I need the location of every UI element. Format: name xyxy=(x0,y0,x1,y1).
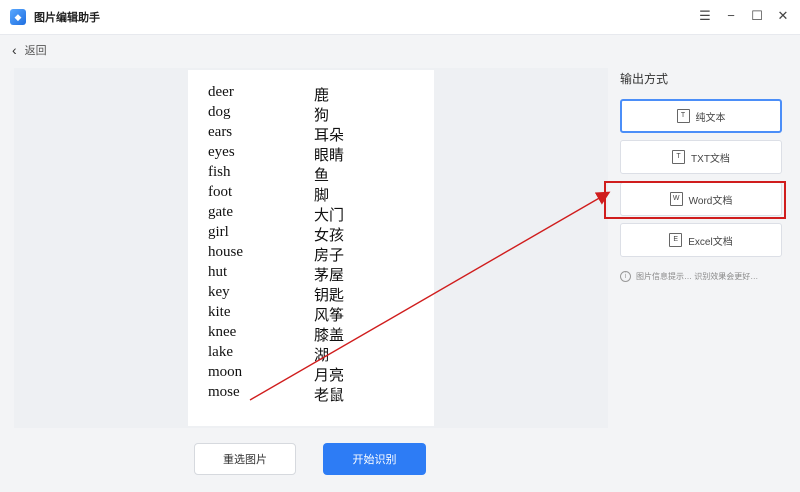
word-english: kite xyxy=(208,304,231,320)
word-english: deer xyxy=(208,84,234,100)
chevron-left-icon: ‹ xyxy=(12,42,17,58)
option-label: Word文档 xyxy=(688,195,733,207)
word-row: kite 风筝 xyxy=(208,304,428,324)
word-chinese: 风筝 xyxy=(314,306,345,324)
word-row: hut 茅屋 xyxy=(208,264,428,284)
output-option-excel[interactable]: E Excel文档 xyxy=(620,223,782,257)
word-english: girl xyxy=(208,224,229,240)
info-icon: i xyxy=(620,271,631,282)
word-chinese: 鱼 xyxy=(314,166,330,184)
word-english: ears xyxy=(208,124,233,140)
output-panel-title: 输出方式 xyxy=(620,72,669,86)
word-row: mose 老鼠 xyxy=(208,384,428,404)
word-chinese: 月亮 xyxy=(314,366,345,384)
word-chinese: 眼睛 xyxy=(314,146,345,164)
back-label: 返回 xyxy=(24,45,47,57)
close-icon[interactable]: ✕ xyxy=(776,8,790,24)
word-row: eyes 眼睛 xyxy=(208,144,428,164)
minimize-icon[interactable]: − xyxy=(724,8,738,24)
output-hint: i 图片信息提示… 识别效果会更好… xyxy=(620,271,758,282)
word-english: mose xyxy=(208,384,240,400)
word-english: eyes xyxy=(208,144,235,160)
text-file-icon: T xyxy=(676,109,690,123)
hint-text: 图片信息提示… 识别效果会更好… xyxy=(636,272,759,281)
word-row: key 钥匙 xyxy=(208,284,428,304)
word-row: knee 膝盖 xyxy=(208,324,428,344)
word-english: fish xyxy=(208,164,231,180)
start-recognition-button[interactable]: 开始识别 xyxy=(323,443,426,475)
word-chinese: 脚 xyxy=(314,186,330,204)
word-file-icon: W xyxy=(669,192,683,206)
word-english: knee xyxy=(208,324,237,340)
word-english: dog xyxy=(208,104,231,120)
word-english: hut xyxy=(208,264,228,280)
word-english: gate xyxy=(208,204,233,220)
back-button[interactable]: ‹ 返回 xyxy=(12,42,47,58)
reselect-image-button[interactable]: 重选图片 xyxy=(194,443,296,475)
word-chinese: 茅屋 xyxy=(314,266,345,284)
word-row: fish 鱼 xyxy=(208,164,428,184)
excel-file-icon: E xyxy=(669,233,683,247)
word-row: dog 狗 xyxy=(208,104,428,124)
option-label: TXT文档 xyxy=(691,153,730,165)
word-chinese: 鹿 xyxy=(314,86,330,104)
output-option-word[interactable]: W Word文档 xyxy=(620,182,782,216)
word-row: moon 月亮 xyxy=(208,364,428,384)
word-row: house 房子 xyxy=(208,244,428,264)
image-document: deer 鹿 dog 狗 ears 耳朵 eyes 眼睛 fish 鱼 foot… xyxy=(188,70,434,426)
word-row: lake 湖 xyxy=(208,344,428,364)
word-english: key xyxy=(208,284,230,300)
txt-file-icon: T xyxy=(672,150,686,164)
word-row: deer 鹿 xyxy=(208,84,428,104)
word-english: moon xyxy=(208,364,243,380)
word-chinese: 房子 xyxy=(314,246,345,264)
window-controls: ☰ − ☐ ✕ xyxy=(698,8,790,24)
word-chinese: 狗 xyxy=(314,106,330,124)
word-english: lake xyxy=(208,344,233,360)
app-title: 图片编辑助手 xyxy=(34,12,100,24)
output-option-txt[interactable]: T TXT文档 xyxy=(620,140,782,174)
word-row: gate 大门 xyxy=(208,204,428,224)
output-option-plain-text[interactable]: T 纯文本 xyxy=(620,99,782,133)
word-chinese: 女孩 xyxy=(314,226,345,244)
word-chinese: 大门 xyxy=(314,206,345,224)
option-label: Excel文档 xyxy=(688,236,733,248)
word-english: foot xyxy=(208,184,233,200)
word-row: foot 脚 xyxy=(208,184,428,204)
word-chinese: 老鼠 xyxy=(314,386,345,404)
app-logo-icon: ◆ xyxy=(10,9,26,25)
word-chinese: 耳朵 xyxy=(314,126,345,144)
maximize-icon[interactable]: ☐ xyxy=(750,8,764,24)
word-row: ears 耳朵 xyxy=(208,124,428,144)
word-chinese: 钥匙 xyxy=(314,286,345,304)
menu-icon[interactable]: ☰ xyxy=(698,8,712,24)
word-chinese: 膝盖 xyxy=(314,326,345,344)
word-row: girl 女孩 xyxy=(208,224,428,244)
option-label: 纯文本 xyxy=(695,112,726,124)
title-bar: ◆ 图片编辑助手 ☰ − ☐ ✕ xyxy=(0,0,800,35)
word-english: house xyxy=(208,244,243,260)
word-chinese: 湖 xyxy=(314,346,330,364)
